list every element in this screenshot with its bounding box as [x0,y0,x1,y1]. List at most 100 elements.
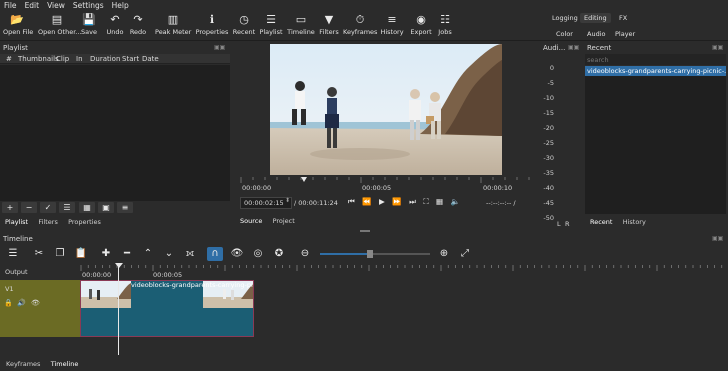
tab-playlist[interactable]: Playlist [5,218,28,226]
recent-list[interactable]: videoblocks-grandparents-carrying-picnic… [585,66,726,214]
save-button[interactable]: 💾 Save [79,11,99,41]
zoom-out-icon[interactable]: ⊖ [297,247,313,261]
layout-audio[interactable]: Audio [583,29,609,39]
timeline-dock-controls[interactable]: ▣▣ [712,235,723,242]
zoom-in-icon[interactable]: ⊕ [436,247,452,261]
audio-dock-controls[interactable]: ▣▣ [568,44,579,51]
col-duration[interactable]: Duration [88,55,120,63]
playlist-menu-button[interactable]: ≡ [117,202,133,213]
timeline-ruler[interactable]: 00:00:00 00:00:05 [80,265,728,279]
ripple-all-icon[interactable]: ✪ [271,247,287,261]
peak-meter-button[interactable]: ▥ Peak Meter [155,11,191,41]
remove-icon[interactable]: ━ [119,247,135,261]
col-in[interactable]: In [74,55,88,63]
playlist-add-button[interactable]: + [2,202,18,213]
splitter-handle[interactable] [360,230,370,232]
col-thumbnails[interactable]: Thumbnails [14,55,59,63]
playlist-list[interactable] [0,65,230,201]
recent-item[interactable]: videoblocks-grandparents-carrying-picnic… [585,66,726,76]
position-spinner[interactable]: ⬍ [285,197,290,204]
layout-editing[interactable]: Editing [580,13,611,23]
menu-edit[interactable]: Edit [25,1,40,10]
snap-icon[interactable]: ∩ [207,247,223,261]
jobs-button[interactable]: ☷ Jobs [436,11,454,41]
zoom-slider[interactable] [320,250,430,258]
tab-source[interactable]: Source [240,217,262,225]
tab-properties[interactable]: Properties [68,218,101,226]
play-icon[interactable]: ▶ [379,197,385,207]
tab-project[interactable]: Project [273,217,295,225]
menu-help[interactable]: Help [112,1,129,10]
skip-previous-icon[interactable]: ⏮ [348,197,355,207]
player-playhead-marker[interactable] [301,177,308,182]
ripple-icon[interactable]: ◎ [250,247,266,261]
overwrite-icon[interactable]: ⌄ [161,247,177,261]
timeline-menu-icon[interactable]: ☰ [5,247,21,261]
volume-icon[interactable]: 🔈 [451,197,460,207]
mute-icon[interactable]: 🔊 [17,299,26,307]
player-ruler[interactable]: 00:00:00 00:00:05 00:00:10 [240,177,532,192]
zoom-slider-thumb[interactable] [366,250,373,258]
filters-button[interactable]: ▼ Filters [318,11,340,41]
lock-icon[interactable]: 🔒 [4,299,13,307]
export-button[interactable]: ◉ Export [410,11,432,41]
playlist-remove-button[interactable]: − [21,202,37,213]
recent-search-input[interactable] [585,54,726,65]
v1-track-header[interactable]: V1 🔒 🔊 👁 [0,280,80,337]
copy-icon[interactable]: ❐ [52,247,68,261]
rewind-icon[interactable]: ⏪ [362,197,371,207]
layout-logging[interactable]: Logging [548,13,582,23]
append-icon[interactable]: ✚ [98,247,114,261]
history-button[interactable]: ≡ History [380,11,404,41]
col-clip[interactable]: Clip [52,55,74,63]
playlist-update-button[interactable]: ✓ [40,202,56,213]
hide-icon[interactable]: 👁 [31,299,40,307]
recent-dock-controls[interactable]: ▣▣ [712,44,723,51]
timeline-playhead[interactable] [118,265,119,355]
menu-file[interactable]: File [4,1,17,10]
open-file-button[interactable]: 📂 Open File [3,11,33,41]
cut-icon[interactable]: ✂ [31,247,47,261]
menu-view[interactable]: View [47,1,65,10]
col-date[interactable]: Date [140,55,160,63]
video-frame[interactable] [270,44,502,175]
lift-icon[interactable]: ⌃ [140,247,156,261]
col-number[interactable]: # [0,55,14,63]
playlist-title: Playlist [3,44,28,52]
tab-recent[interactable]: Recent [590,218,612,226]
tab-keyframes[interactable]: Keyframes [6,360,40,368]
paste-icon[interactable]: 📋 [73,247,89,261]
playlist-dock-controls[interactable]: ▣▣ [214,44,225,51]
tab-timeline[interactable]: Timeline [51,360,79,368]
zoom-icon[interactable]: ⛶ [423,197,428,207]
playlist-tiles-view-button[interactable]: ▦ [79,202,95,213]
layout-color[interactable]: Color [552,29,577,39]
grid-icon[interactable]: ▦ [436,197,443,207]
output-track-header[interactable]: Output [0,265,80,279]
playlist-button[interactable]: ☰ Playlist [259,11,283,41]
undo-button[interactable]: ↶ Undo [106,11,124,41]
fast-forward-icon[interactable]: ⏩ [392,197,401,207]
timeline-playhead-marker[interactable] [115,263,123,268]
tab-history[interactable]: History [623,218,646,226]
layout-player[interactable]: Player [611,29,639,39]
keyframes-button[interactable]: ⏱ Keyframes [343,11,377,41]
timeline-button[interactable]: ▭ Timeline [286,11,316,41]
playlist-icons-view-button[interactable]: ▣ [98,202,114,213]
zoom-fit-icon[interactable]: ⤢ [457,247,473,261]
filters-icon: ▼ [324,13,334,26]
split-icon[interactable]: ⟗ [182,247,198,261]
properties-button[interactable]: ℹ Properties [195,11,229,41]
menu-settings[interactable]: Settings [73,1,104,10]
skip-next-icon[interactable]: ⏭ [409,197,416,207]
timeline-clip[interactable]: videoblocks-grandparents-carrying-picnic… [80,280,254,337]
col-start[interactable]: Start [120,55,140,63]
open-other-button[interactable]: ▤ Open Other... [38,11,82,41]
playlist-details-view-button[interactable]: ☰ [59,202,75,213]
redo-button[interactable]: ↷ Redo [129,11,147,41]
layout-fx[interactable]: FX [615,13,631,23]
tab-filters[interactable]: Filters [38,218,57,226]
recent-button[interactable]: ◷ Recent [232,11,256,41]
audio-scale-tick: -35 [543,169,554,177]
scrub-icon[interactable]: 👁 [229,247,245,261]
